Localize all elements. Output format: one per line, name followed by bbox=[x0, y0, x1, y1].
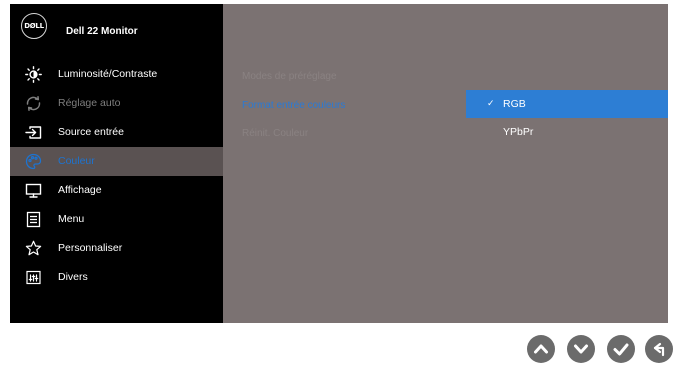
osd-sidebar: DØLL Dell 22 Monitor Luminosité/Contrast… bbox=[10, 4, 223, 323]
checkmark-icon bbox=[607, 335, 635, 363]
display-monitor-icon bbox=[25, 182, 42, 199]
menu-item-menu[interactable]: Menu bbox=[10, 205, 223, 234]
submenu-item-rgb[interactable]: ✓ RGB bbox=[466, 90, 668, 118]
menu-item-label: Luminosité/Contraste bbox=[58, 68, 158, 80]
others-icon bbox=[25, 269, 42, 286]
monitor-model-title: Dell 22 Monitor bbox=[66, 26, 138, 37]
osd-options-panel: Modes de préréglage Format entrée couleu… bbox=[223, 4, 668, 323]
submenu-item-label: RGB bbox=[503, 98, 526, 110]
menu-item-label: Réglage auto bbox=[58, 97, 121, 109]
up-button[interactable] bbox=[527, 335, 555, 363]
submenu-item-label: YPbPr bbox=[503, 126, 534, 138]
back-arrow-icon bbox=[645, 335, 673, 363]
brightness-icon bbox=[25, 66, 42, 83]
menu-item-display[interactable]: Affichage bbox=[10, 176, 223, 205]
chevron-up-icon bbox=[527, 335, 555, 363]
ok-button[interactable] bbox=[607, 335, 635, 363]
menu-item-personalize[interactable]: Personnaliser bbox=[10, 234, 223, 263]
option-input-color-format[interactable]: Format entrée couleurs bbox=[242, 100, 345, 111]
menu-item-input-source[interactable]: Source entrée bbox=[10, 118, 223, 147]
checkmark-icon: ✓ bbox=[487, 98, 495, 108]
input-source-icon bbox=[25, 124, 42, 141]
option-reset-color[interactable]: Réinit. Couleur bbox=[242, 128, 308, 139]
back-button[interactable] bbox=[645, 335, 673, 363]
menu-item-brightness-contrast[interactable]: Luminosité/Contraste bbox=[10, 60, 223, 89]
menu-list-icon bbox=[25, 211, 42, 228]
down-button[interactable] bbox=[567, 335, 595, 363]
menu-item-label: Personnaliser bbox=[58, 242, 123, 254]
menu-item-auto-adjust[interactable]: Réglage auto bbox=[10, 89, 223, 118]
menu-item-label: Affichage bbox=[58, 184, 102, 196]
auto-adjust-icon bbox=[25, 95, 42, 112]
monitor-osd: DØLL Dell 22 Monitor Luminosité/Contrast… bbox=[10, 4, 668, 323]
menu-item-label: Source entrée bbox=[58, 126, 124, 138]
osd-header: DØLL Dell 22 Monitor bbox=[10, 4, 223, 58]
menu-item-others[interactable]: Divers bbox=[10, 263, 223, 292]
chevron-down-icon bbox=[567, 335, 595, 363]
menu-item-label: Couleur bbox=[58, 155, 95, 167]
menu-item-label: Menu bbox=[58, 213, 85, 225]
star-icon bbox=[25, 240, 42, 257]
color-palette-icon bbox=[25, 153, 42, 170]
option-preset-modes[interactable]: Modes de préréglage bbox=[242, 71, 337, 82]
submenu-item-ypbpr[interactable]: YPbPr bbox=[466, 118, 668, 146]
menu-item-label: Divers bbox=[58, 271, 88, 283]
dell-logo: DØLL bbox=[21, 13, 47, 39]
menu-item-color[interactable]: Couleur bbox=[10, 147, 223, 176]
